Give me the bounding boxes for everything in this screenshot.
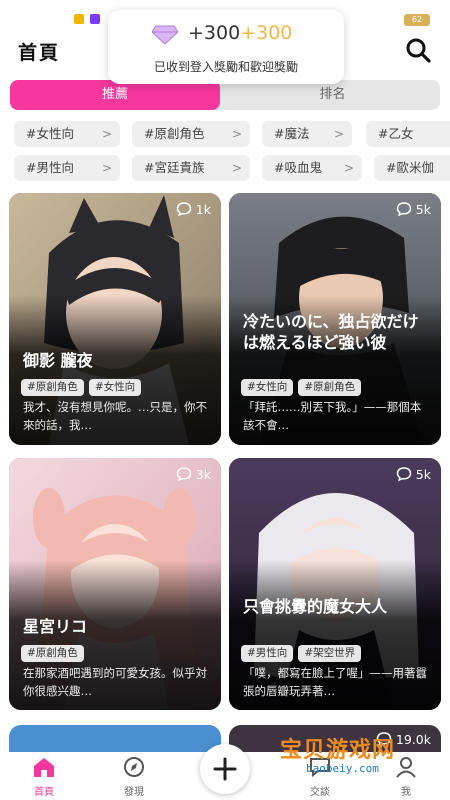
nav-home-label: 首頁	[34, 787, 54, 798]
tag-chip[interactable]: #原創角色 >	[132, 121, 250, 147]
tag-chip-label: #女性向	[26, 126, 74, 141]
card-tags: #男性向 #架空世界	[241, 641, 366, 662]
card-tag: #架空世界	[298, 645, 362, 662]
tag-chip-label: #男性向	[26, 160, 74, 175]
tag-chip-label: #乙女	[378, 126, 414, 141]
card-description: 我才、沒有想見你呢。…只是，你不來的話，我…	[23, 400, 207, 432]
watermark-url: baobeiy.com	[306, 762, 379, 775]
tab-ranking[interactable]: 排名	[225, 80, 440, 110]
card-title: 冷たいのに、独占欲だけは燃えるほど強い彼	[243, 312, 419, 352]
chat-bubble-icon	[176, 467, 192, 482]
chat-count: 3k	[195, 467, 211, 482]
card-title: 只會挑釁的魔女大人	[243, 597, 388, 616]
card-title: 星宮リコ	[23, 617, 88, 636]
add-button[interactable]	[200, 744, 250, 794]
card-tag: #原創角色	[21, 379, 84, 396]
search-icon	[406, 38, 431, 63]
chevron-right-icon: >	[101, 161, 112, 175]
tag-chip[interactable]: #吸血鬼 >	[262, 155, 362, 181]
card-tag: #原創角色	[298, 379, 362, 396]
compass-icon	[124, 757, 144, 777]
tag-chip-label: #原創角色	[144, 126, 205, 141]
chat-bubble-icon	[176, 202, 192, 217]
reward-bonus-value: +300	[240, 22, 293, 44]
chevron-right-icon: >	[231, 161, 242, 175]
tab-recommended[interactable]: 推薦	[10, 80, 220, 110]
chevron-right-icon: >	[231, 127, 242, 141]
chat-count: 1k	[195, 202, 211, 217]
chevron-right-icon: >	[333, 127, 344, 141]
plus-icon	[213, 757, 237, 781]
card-tag: #男性向	[241, 645, 294, 662]
character-card[interactable]: 5k 冷たいのに、独占欲だけは燃えるほど強い彼 #女性向 #原創角色 「拜託……別…	[229, 193, 441, 445]
reward-amount-value: +300	[188, 22, 241, 44]
home-icon	[34, 758, 54, 777]
tag-chip-label: #吸血鬼	[274, 160, 322, 175]
tab-bar: 推薦 排名	[10, 80, 440, 110]
chat-bubble-icon	[396, 467, 412, 482]
tag-chip[interactable]: #男性向 >	[14, 155, 120, 181]
reward-amount: +300+300	[188, 22, 292, 44]
card-tag: #女性向	[241, 379, 294, 396]
card-tags: #女性向 #原創角色	[241, 375, 366, 396]
card-tags: #原創角色	[21, 641, 89, 662]
tag-chip-label: #歐米伽	[386, 160, 434, 175]
chat-bubble-icon	[396, 202, 412, 217]
app-screen: 62 首頁 +300+300 已收到登入獎勵和歡迎獎勵 推薦 排名 #女性向 > …	[0, 0, 450, 800]
tag-chip[interactable]: #宮廷貴族 >	[132, 155, 250, 181]
tag-chip-label: #魔法	[274, 126, 310, 141]
nav-home[interactable]: 首頁	[14, 756, 74, 798]
character-card[interactable]: 5k 只會挑釁的魔女大人 #男性向 #架空世界 「噗，都寫在臉上了喔」——用著囂張…	[229, 458, 441, 710]
reward-message: 已收到登入獎勵和歡迎獎勵	[153, 60, 298, 74]
gem-icon	[152, 25, 178, 44]
card-tag: #原創角色	[21, 645, 84, 662]
search-button[interactable]	[404, 36, 432, 64]
chat-count-badge: 5k	[396, 201, 431, 221]
card-tags: #原創角色 #女性向	[21, 375, 146, 396]
tag-chip[interactable]: #女性向 >	[14, 121, 120, 147]
card-tag: #女性向	[88, 379, 142, 396]
tag-chip[interactable]: #乙女	[366, 121, 450, 147]
card-description: 「拜託……別丟下我。」——那個本該不會…	[243, 400, 422, 432]
nav-discover[interactable]: 發現	[104, 756, 164, 798]
tag-row-2: #男性向 > #宮廷貴族 > #吸血鬼 > #歐米伽	[14, 155, 450, 181]
reward-toast: +300+300 已收到登入獎勵和歡迎獎勵	[108, 10, 344, 84]
chat-count: 5k	[415, 467, 431, 482]
chat-count-badge: 1k	[176, 201, 211, 221]
chat-count-badge: 5k	[396, 466, 431, 486]
tag-row-1: #女性向 > #原創角色 > #魔法 > #乙女	[14, 121, 450, 147]
nav-discover-label: 發現	[124, 787, 144, 798]
nav-chat-label: 交談	[310, 787, 330, 798]
character-card[interactable]: 1k 御影 朧夜 #原創角色 #女性向 我才、沒有想見你呢。…只是，你不來的話，我…	[9, 193, 221, 445]
watermark-text: 宝贝游戏网	[280, 738, 396, 763]
watermark: 宝贝游戏网 baobeiy.com	[280, 722, 446, 782]
tag-chip[interactable]: #魔法 >	[262, 121, 352, 147]
nav-profile-label: 我	[401, 787, 411, 798]
tag-chip[interactable]: #歐米伽	[374, 155, 450, 181]
card-title: 御影 朧夜	[23, 351, 93, 370]
page-title: 首頁	[18, 42, 61, 64]
chat-count-badge: 3k	[176, 466, 211, 486]
chat-count: 5k	[415, 202, 431, 217]
card-description: 「噗，都寫在臉上了喔」——用著囂張的唇瓣玩弄著…	[243, 666, 427, 698]
character-card[interactable]: 3k 星宮リコ #原創角色 在那家酒吧遇到的可愛女孩。似乎対你很感兴趣…	[9, 458, 221, 710]
card-description: 在那家酒吧遇到的可愛女孩。似乎対你很感兴趣…	[23, 666, 207, 698]
chevron-right-icon: >	[343, 161, 354, 175]
tag-chip-label: #宮廷貴族	[144, 160, 205, 175]
chevron-right-icon: >	[101, 127, 112, 141]
